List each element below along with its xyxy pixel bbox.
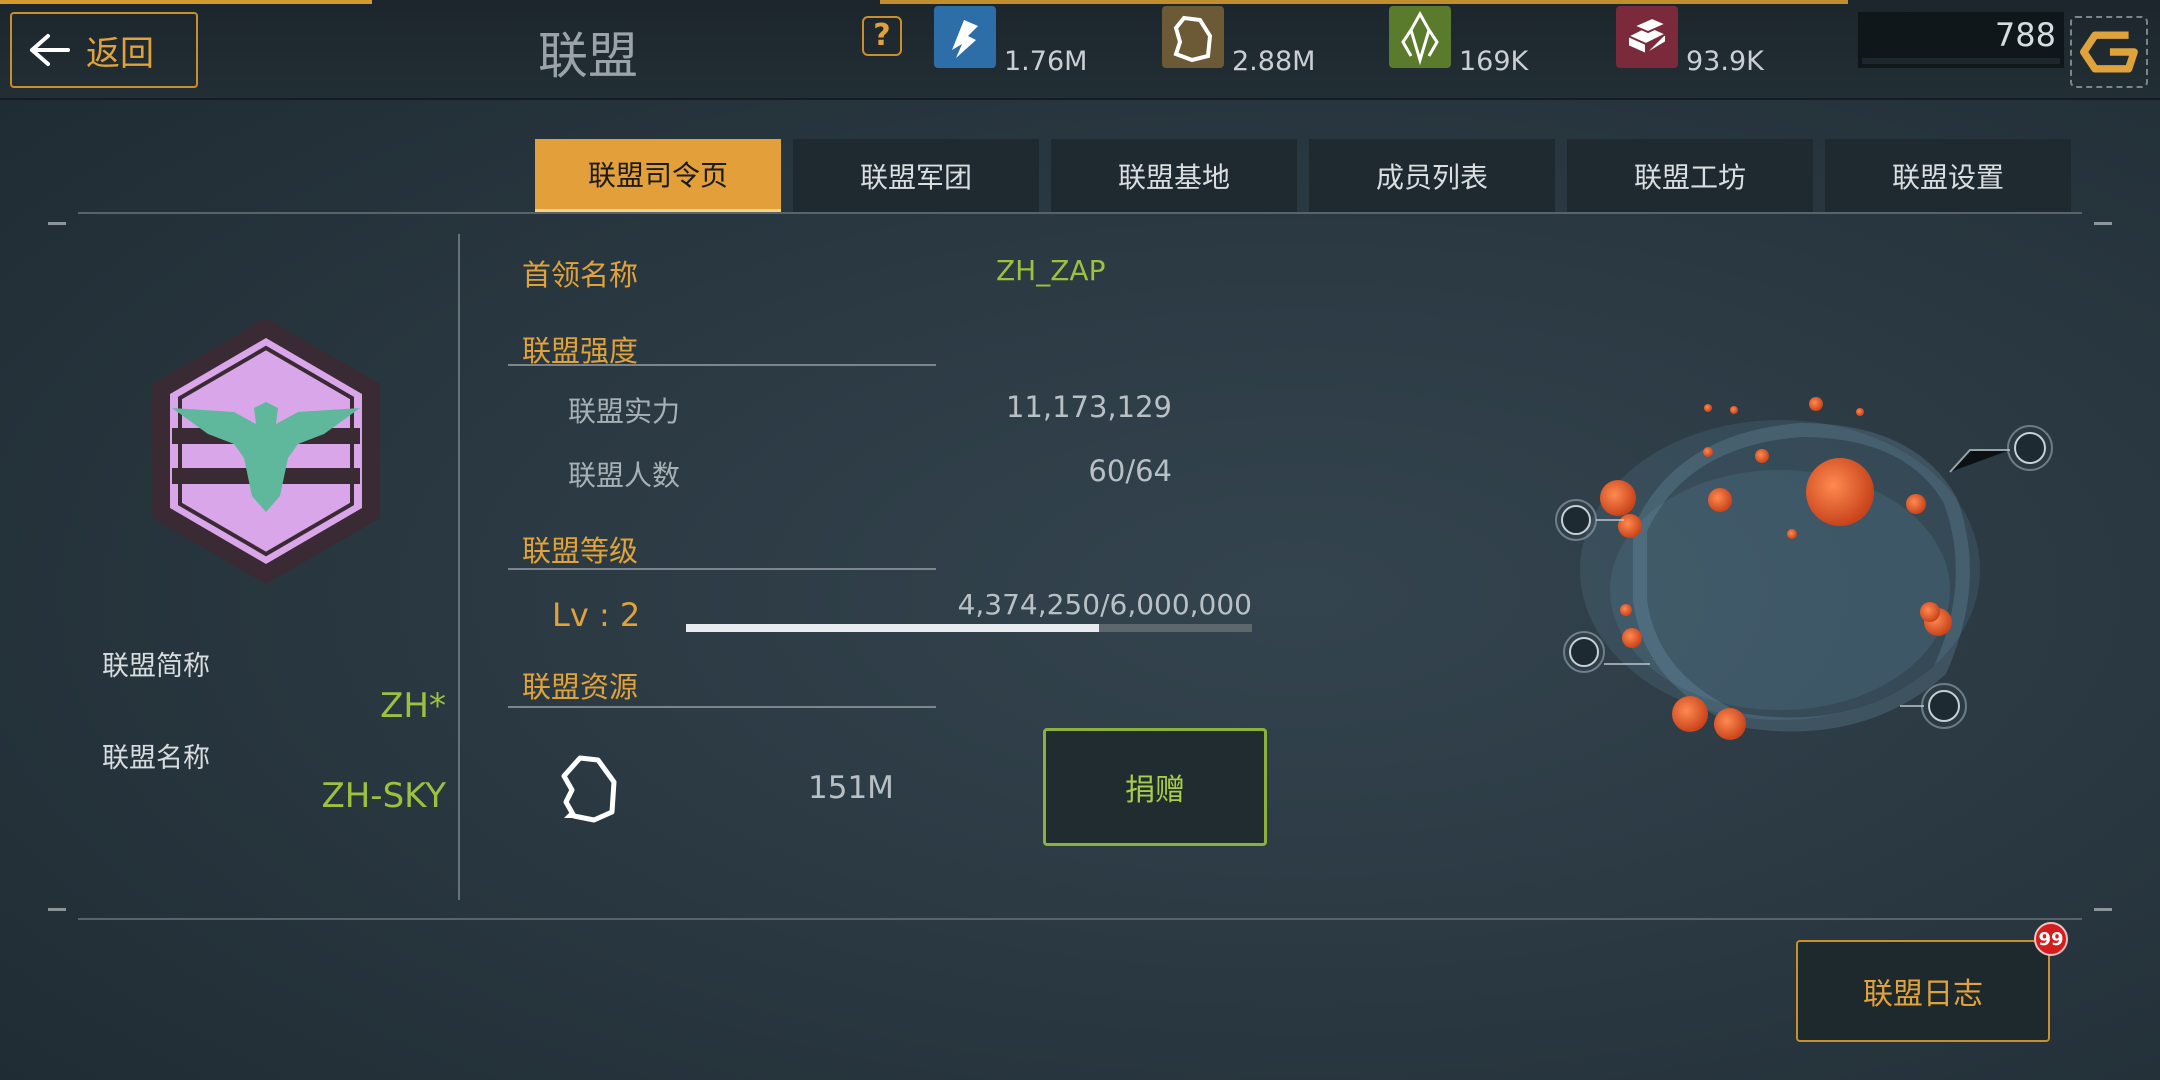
back-button[interactable]: 返回	[10, 12, 198, 88]
power-value: 11,173,129	[1005, 390, 1172, 424]
short-name-label: 联盟简称	[102, 651, 210, 682]
g-logo-icon	[2080, 31, 2138, 73]
short-name-value: ZH*	[380, 686, 446, 726]
ore-amount: 151M	[808, 770, 894, 806]
gems-bar	[1862, 58, 2060, 64]
level-title: 联盟等级	[522, 534, 639, 568]
alliance-emblem-icon[interactable]	[148, 316, 384, 586]
vertical-divider	[458, 234, 460, 900]
ore-icon	[1162, 6, 1224, 68]
section-divider	[508, 364, 936, 366]
gems-value: 788	[1994, 16, 2056, 54]
metal-value: 93.9K	[1686, 46, 1764, 77]
tab-base[interactable]: 联盟基地	[1051, 139, 1297, 213]
corner-mark	[2094, 908, 2112, 911]
tab-commander[interactable]: 联盟司令页	[535, 139, 781, 213]
ore-value: 2.88M	[1232, 46, 1316, 77]
corner-mark	[48, 908, 66, 911]
tab-settings[interactable]: 联盟设置	[1825, 139, 2071, 213]
alliance-log-button[interactable]: 联盟日志	[1796, 940, 2050, 1042]
notification-badge: 99	[2034, 922, 2068, 956]
leader-label: 首领名称	[522, 258, 639, 292]
tab-underline	[78, 212, 2082, 214]
help-icon[interactable]: ?	[862, 16, 902, 56]
power-label: 联盟实力	[568, 395, 681, 428]
top-bar: 返回 联盟 ? 1.76M 2.88M 169K 93.9K 788	[0, 0, 2160, 100]
page-title: 联盟	[538, 27, 638, 85]
ore-icon	[561, 755, 617, 823]
alliance-name-value: ZH-SKY	[321, 776, 446, 816]
corner-mark	[2094, 222, 2112, 225]
tab-members[interactable]: 成员列表	[1309, 139, 1555, 213]
energy-value: 1.76M	[1004, 46, 1088, 77]
energy-icon	[934, 6, 996, 68]
crystal-icon	[1389, 6, 1451, 68]
top-accent-mid	[880, 0, 1848, 4]
logo-button[interactable]	[2070, 16, 2148, 88]
donate-button[interactable]: 捐赠	[1043, 728, 1267, 846]
gems-counter[interactable]: 788	[1858, 12, 2064, 68]
back-label: 返回	[86, 33, 154, 74]
top-accent-left	[0, 0, 372, 4]
metal-icon	[1616, 6, 1678, 68]
xp-text: 4,374,250/6,000,000	[957, 588, 1252, 621]
arrow-left-icon	[30, 34, 70, 66]
corner-mark	[48, 222, 66, 225]
members-value: 60/64	[1088, 454, 1172, 488]
tab-legion[interactable]: 联盟军团	[793, 139, 1039, 213]
resources-title: 联盟资源	[522, 670, 639, 704]
level-value: Lv : 2	[552, 596, 641, 634]
section-divider	[508, 706, 936, 708]
panel-bottom-line	[78, 918, 2082, 920]
leader-value[interactable]: ZH_ZAP	[996, 254, 1105, 287]
xp-progress-fill	[686, 624, 1099, 632]
section-divider	[508, 568, 936, 570]
xp-progress-bar	[686, 624, 1252, 632]
tab-workshop[interactable]: 联盟工坊	[1567, 139, 1813, 213]
alliance-name-label: 联盟名称	[102, 743, 210, 774]
globe-illustration	[1555, 397, 2053, 740]
members-label: 联盟人数	[568, 459, 681, 492]
crystal-value: 169K	[1459, 46, 1529, 77]
